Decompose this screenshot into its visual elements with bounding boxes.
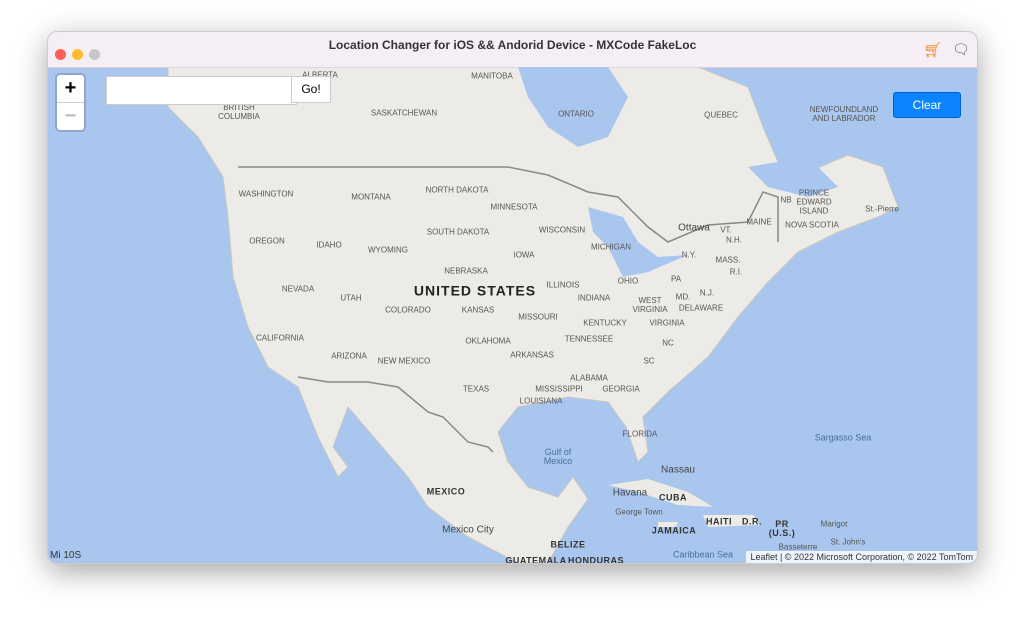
map-label: NB	[780, 195, 792, 205]
map-label: KANSAS	[461, 305, 495, 315]
map-label: SASKATCHEWAN	[370, 108, 438, 118]
app-window: Location Changer for iOS && Andorid Devi…	[47, 31, 978, 564]
map-label: VT.	[720, 225, 732, 235]
map-label: ILLINOIS	[546, 280, 580, 290]
map-label: JAMAICA	[651, 525, 697, 536]
map-label: N.J.	[699, 288, 715, 298]
map-label: UTAH	[340, 293, 362, 303]
zoom-control: + −	[57, 75, 84, 130]
map-label: INDIANA	[577, 293, 611, 303]
map-label: NC	[662, 338, 674, 348]
map-label: GEORGIA	[602, 384, 640, 394]
map-label: N.H.	[726, 235, 742, 245]
map-label: MANITOBA	[471, 71, 513, 81]
map-label: ALABAMA	[570, 373, 608, 383]
map-label: Caribbean Sea	[672, 549, 734, 560]
window-title: Location Changer for iOS && Andorid Devi…	[328, 38, 697, 52]
map-label: NORTH DAKOTA	[425, 185, 489, 195]
map-label: IOWA	[513, 250, 535, 260]
map-label: Sargasso Sea	[814, 432, 872, 443]
map-label: NEW MEXICO	[377, 356, 431, 366]
map-label: MISSISSIPPI	[535, 384, 583, 394]
map-label: OREGON	[249, 236, 285, 246]
map-label: MEXICO	[426, 486, 466, 497]
map-label: LOUISIANA	[519, 396, 563, 406]
map-label: HONDURAS	[567, 555, 625, 564]
map-label: VIRGINIA	[649, 318, 685, 328]
go-button[interactable]: Go!	[291, 76, 331, 103]
map-label: IDAHO	[316, 240, 342, 250]
map-label: OHIO	[617, 276, 639, 286]
map-label: GUATEMALA	[505, 555, 567, 564]
search-input[interactable]	[106, 76, 297, 105]
chat-bubble-icon[interactable]: 🗨︎	[952, 41, 970, 58]
map-label: WASHINGTON	[238, 189, 294, 199]
map-label: MD.	[675, 292, 691, 302]
map-label: BELIZE	[550, 539, 586, 550]
map-label: MASS.	[715, 255, 741, 265]
map-label: Havana	[612, 487, 648, 499]
map-label: N.Y.	[681, 250, 697, 260]
map-label: DELAWARE	[678, 303, 724, 313]
map-label: FLORIDA	[622, 429, 658, 439]
map-label: COLORADO	[385, 305, 431, 315]
zoom-in-button[interactable]: +	[57, 75, 84, 103]
map-label: PRINCE EDWARD ISLAND	[796, 188, 832, 216]
map-label: R.I.	[729, 267, 743, 277]
attribution-text: | © 2022 Microsoft Corporation, © 2022 T…	[777, 552, 973, 562]
map-label: George Town	[615, 507, 663, 517]
map-label: MINNESOTA	[490, 202, 538, 212]
map-label: HAITI	[706, 516, 732, 527]
map-label: WEST VIRGINIA	[632, 296, 668, 314]
map-label: SC	[643, 356, 655, 366]
map-label: NEBRASKA	[444, 266, 488, 276]
map-label: MONTANA	[351, 192, 391, 202]
map-label: CALIFORNIA	[255, 333, 305, 343]
map-label: WISCONSIN	[538, 225, 586, 235]
map-label: SOUTH DAKOTA	[426, 227, 490, 237]
map-label: KENTUCKY	[583, 318, 627, 328]
map-label: ONTARIO	[558, 109, 594, 119]
map-base	[167, 67, 899, 563]
map-label: CUBA	[659, 492, 687, 503]
map-label: D.R.	[742, 516, 762, 527]
map-label: St.-Pierre	[865, 204, 899, 214]
map-label: UNITED STATES	[413, 282, 537, 299]
map-label: Nassau	[661, 464, 695, 476]
map-label: PR (U.S.)	[768, 519, 796, 538]
attribution: Leaflet | © 2022 Microsoft Corporation, …	[746, 551, 977, 563]
map-label: MICHIGAN	[591, 242, 631, 252]
map-label: Marigot	[820, 519, 848, 529]
map-label: QUEBEC	[704, 110, 738, 120]
map-label: WYOMING	[368, 245, 408, 255]
leaflet-link[interactable]: Leaflet	[750, 552, 777, 562]
map-label: TEXAS	[462, 384, 490, 394]
title-bar: Location Changer for iOS && Andorid Devi…	[48, 32, 977, 68]
map-label: Ottawa	[678, 222, 710, 234]
map-label: ARKANSAS	[510, 350, 554, 360]
zoom-out-button[interactable]: −	[57, 103, 84, 130]
cart-icon[interactable]: 🛒︎	[923, 41, 942, 59]
map-label: MAINE	[746, 217, 772, 227]
map-label: St. John's	[830, 537, 866, 547]
map-label: MISSOURI	[518, 312, 558, 322]
map-label: NEVADA	[281, 284, 315, 294]
clear-button[interactable]: Clear	[893, 92, 961, 118]
map-label: OKLAHOMA	[465, 336, 511, 346]
map-label: ARIZONA	[331, 351, 367, 361]
map-label: PA	[670, 274, 682, 284]
map-label: Mexico City	[442, 524, 494, 536]
map-label: NEWFOUNDLAND AND LABRADOR	[809, 105, 879, 123]
map[interactable]: ALBERTA MANITOBA BRITISH COLUMBIA SASKATCHE…	[48, 67, 977, 563]
map-label: NOVA SCOTIA	[785, 220, 839, 230]
map-label: BRITISH COLUMBIA	[218, 103, 260, 121]
scale-label: Mi 10S	[50, 550, 82, 561]
map-label: TENNESSEE	[564, 334, 614, 344]
map-label: Gulf of Mexico	[543, 447, 573, 466]
